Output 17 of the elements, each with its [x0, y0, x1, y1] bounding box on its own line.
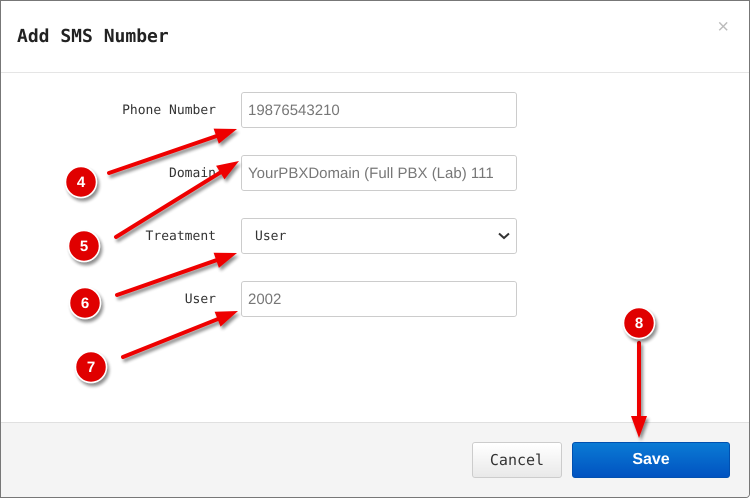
number-badge: 4 — [64, 166, 98, 198]
number-badge: 5 — [68, 230, 100, 262]
input-field[interactable]: 19876543210 — [241, 92, 517, 128]
field-label: Treatment — [146, 228, 216, 244]
number-badge: 6 — [68, 286, 102, 320]
input-field[interactable]: YourPBXDomain (Full PBX (Lab) 111 — [241, 155, 517, 191]
treatment-dropdown[interactable]: User — [241, 218, 517, 254]
chevron-down-icon — [498, 232, 510, 240]
input-field[interactable]: 2002 — [241, 281, 517, 317]
save-button[interactable]: Save — [572, 442, 730, 478]
field-label: User — [184, 292, 216, 306]
field-label: Domain — [169, 166, 216, 180]
cancel-button[interactable]: Cancel — [472, 442, 562, 478]
dialog-title: Add SMS Number — [17, 26, 169, 47]
number-badge: 7 — [74, 350, 108, 384]
field-label: Phone Number — [122, 102, 216, 118]
number-badge: 8 — [622, 306, 656, 340]
